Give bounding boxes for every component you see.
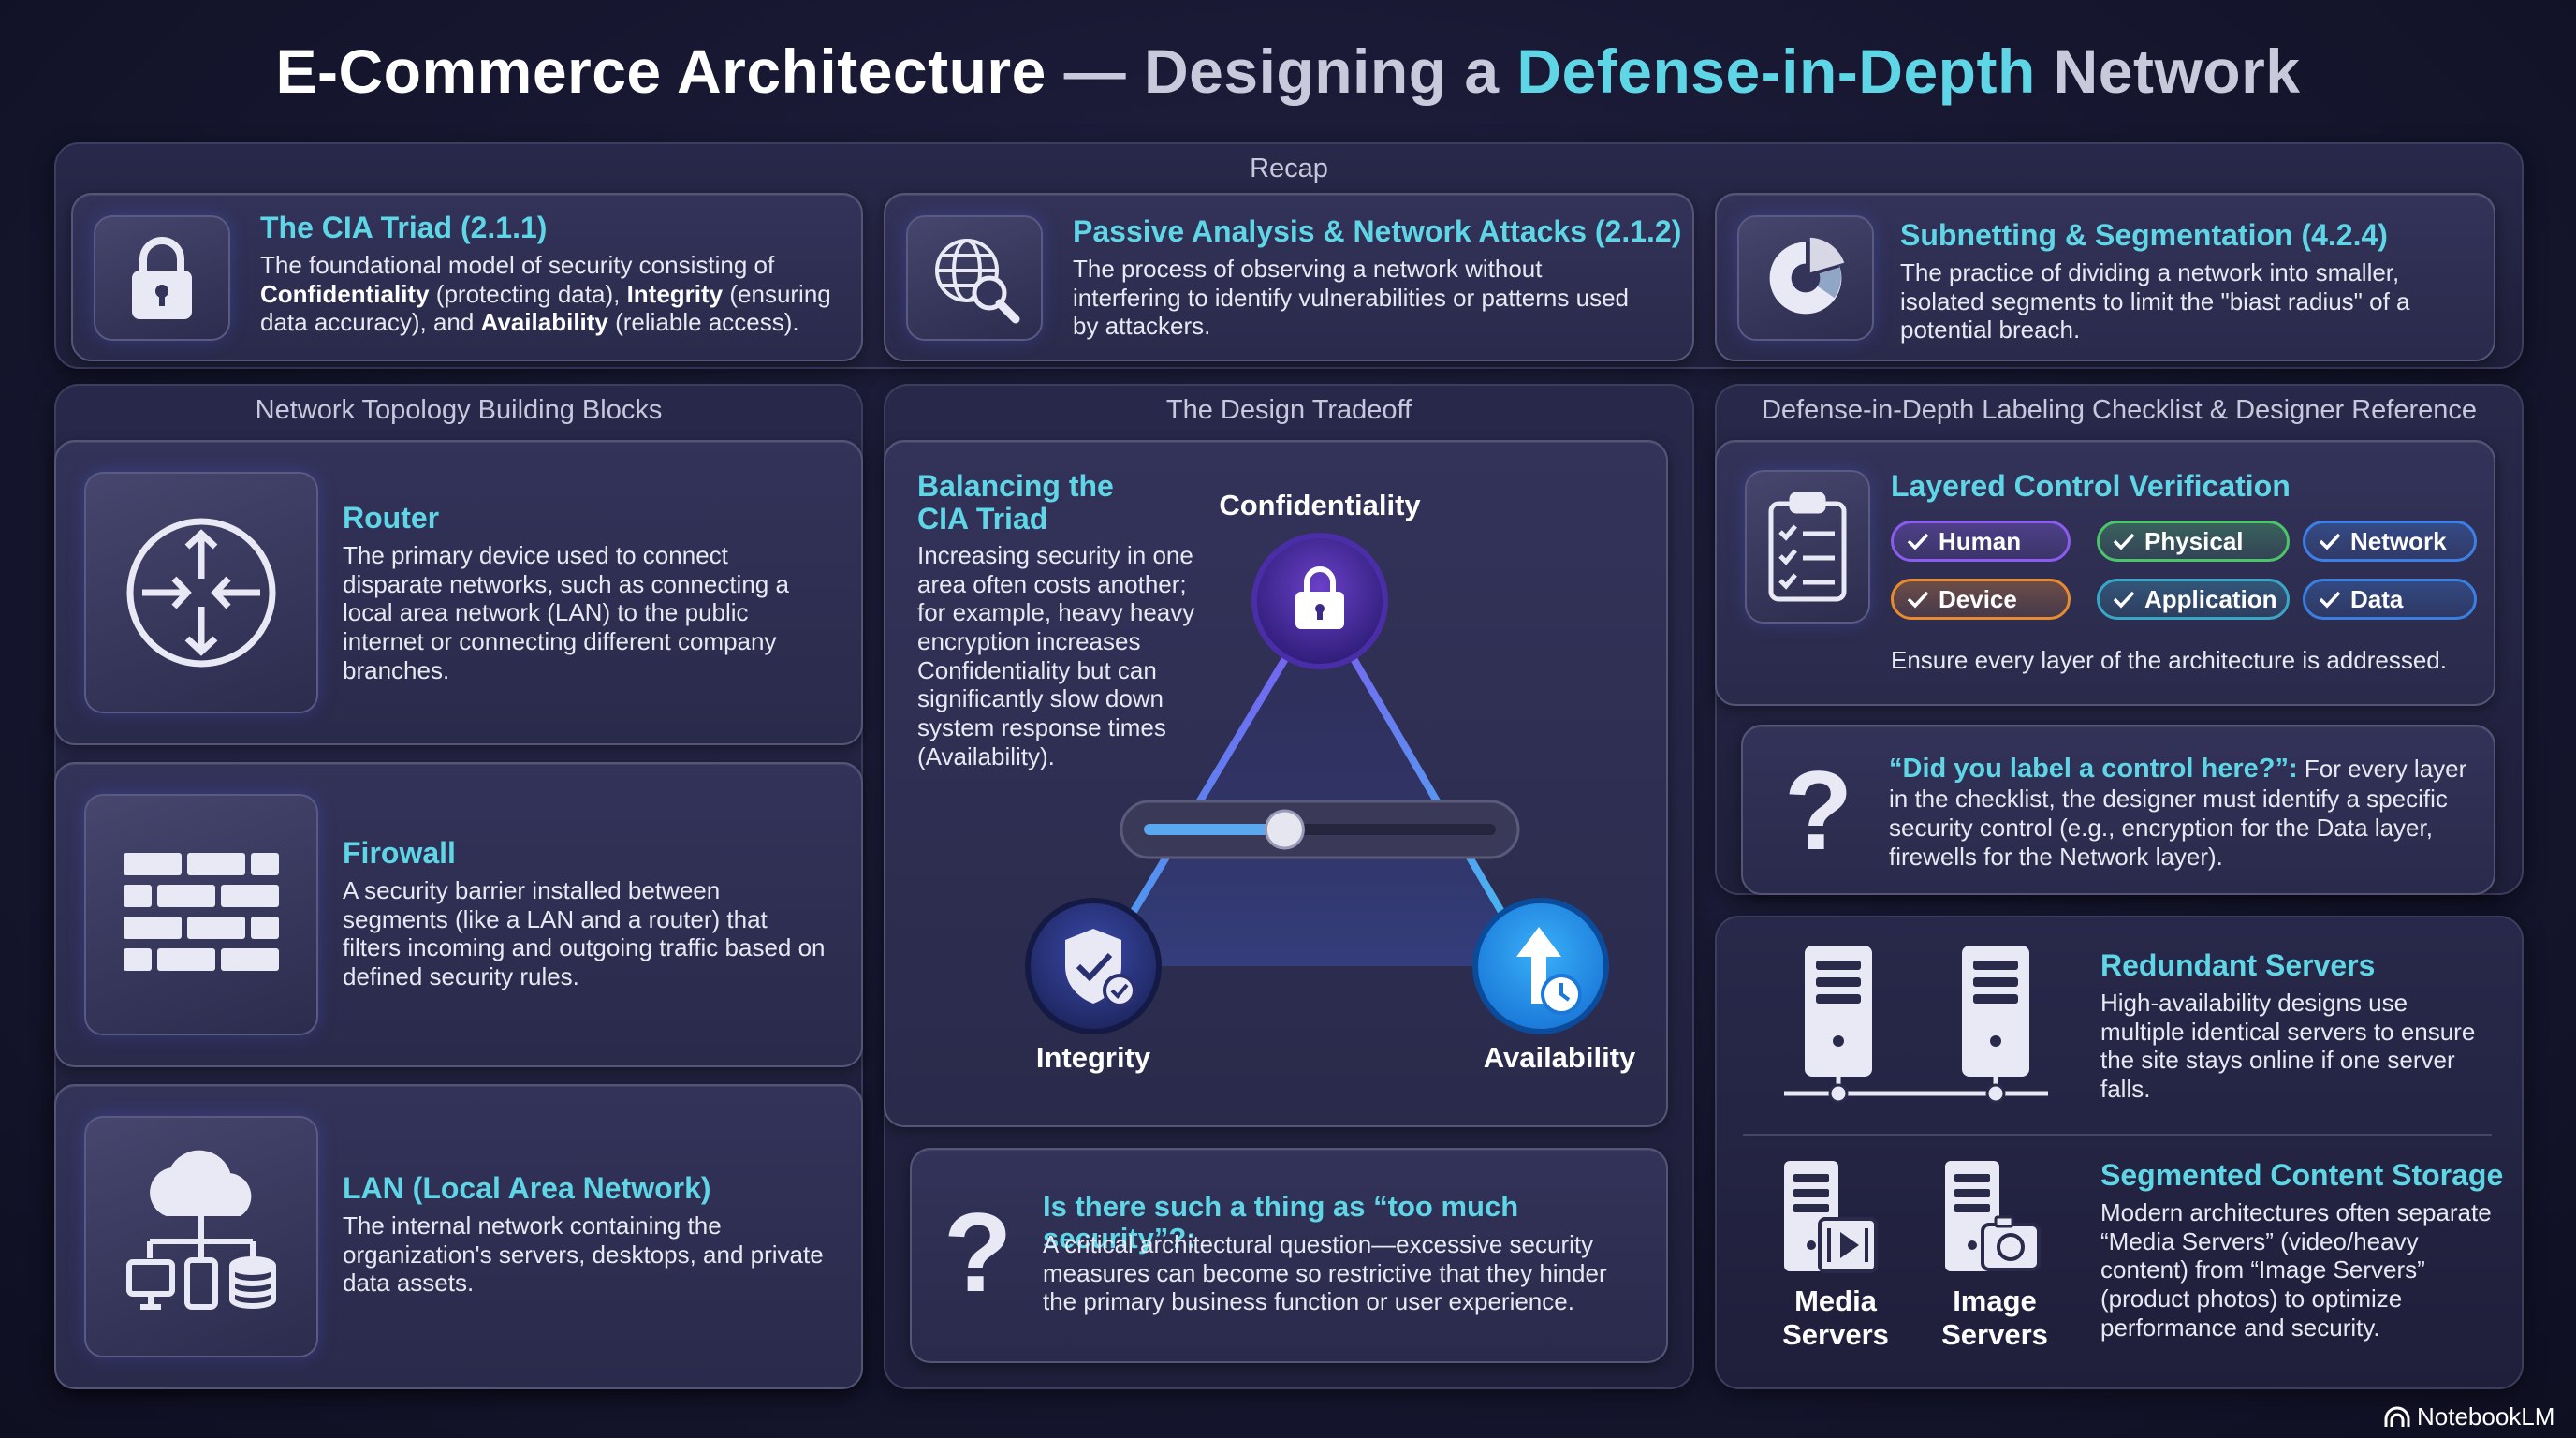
lan-body: The internal network containing the orga…	[343, 1211, 824, 1298]
layer-pill-label: Application	[2144, 584, 2277, 613]
image-servers-label-2: Servers	[1941, 1317, 2048, 1351]
media-server-icon	[1784, 1161, 1878, 1273]
clipboard-checklist-icon	[1745, 470, 1870, 624]
layer-pill-label: Physical	[2144, 526, 2244, 555]
image-servers-label-1: Image	[1953, 1284, 2037, 1317]
cloud-network-icon	[84, 1116, 318, 1357]
redundant-servers-title: Redundant Servers	[2100, 948, 2376, 982]
too-much-body: A critical architectural question—excess…	[1043, 1230, 1607, 1316]
page-title: E-Commerce Architecture — Designing a De…	[0, 36, 2576, 107]
label-availability: Availability	[1483, 1041, 1636, 1074]
firewall-title: Firowall	[343, 836, 456, 870]
subnetting-card: Subnetting & Segmentation (4.2.4) The pr…	[1715, 193, 2496, 361]
layer-pill-application: Application	[2097, 579, 2290, 620]
confidentiality-node	[1251, 533, 1388, 669]
redundant-servers-body: High-availability designs use multiple i…	[2100, 989, 2476, 1104]
server-link-line	[1784, 1077, 2048, 1096]
passive-title: Passive Analysis & Network Attacks (2.1.…	[1073, 214, 1682, 248]
recap-title: Recap	[1250, 154, 1328, 183]
image-server-icon	[1945, 1161, 2041, 1271]
lan-title: LAN (Local Area Network)	[343, 1171, 711, 1205]
question-mark-icon: ?	[1784, 748, 1853, 873]
layer-pill-physical: Physical	[2097, 521, 2290, 562]
media-servers-label-1: Media	[1794, 1284, 1877, 1317]
layer-pill-network: Network	[2303, 521, 2477, 562]
server-icon	[1805, 946, 1872, 1077]
brand-badge: NotebookLM	[2383, 1402, 2554, 1431]
cia-text-1: The foundational model of security consi…	[260, 251, 775, 279]
cia-triad-card: The CIA Triad (2.1.1) The foundational m…	[71, 193, 863, 361]
cia-body: The foundational model of security consi…	[260, 251, 841, 337]
checkmark-icon	[2113, 533, 2135, 550]
layer-pill-label: Human	[1939, 526, 2022, 555]
label-control-body-2: in the checklist, the designer must iden…	[1889, 785, 2448, 871]
layer-pill-device: Device	[1891, 579, 2071, 620]
padlock-icon	[94, 215, 230, 341]
layer-pill-label: Data	[2350, 584, 2404, 613]
cia-bold-confidentiality: Confidentiality	[260, 279, 430, 308]
router-title: Router	[343, 501, 440, 535]
label-control-text: “Did you label a control here?”: For eve…	[1889, 753, 2469, 871]
image-servers-label: Image Servers	[1915, 1284, 2074, 1351]
cia-text-2: (protecting data),	[429, 279, 627, 308]
firewall-card: Firowall A security barrier installed be…	[54, 762, 863, 1067]
title-part-2: — Designing a	[1063, 37, 1500, 106]
checkmark-icon	[2113, 591, 2135, 609]
layer-pill-human: Human	[1891, 521, 2071, 562]
balancing-card: Balancing the CIA Triad Increasing secur…	[884, 440, 1668, 1127]
layer-pill-label: Device	[1939, 584, 2017, 613]
label-control-title: “Did you label a control here?”:	[1889, 754, 2298, 784]
layer-pill-label: Network	[2350, 526, 2447, 555]
cia-bold-availability: Availability	[480, 308, 608, 337]
subnet-body: The practice of dividing a network into …	[1900, 258, 2410, 345]
media-servers-label-2: Servers	[1782, 1317, 1889, 1351]
layer-pill-data: Data	[2303, 579, 2477, 620]
router-body: The primary device used to connect dispa…	[343, 541, 789, 684]
tradeoff-title: The Design Tradeoff	[1165, 395, 1412, 425]
label-control-body-1: For every layer	[2297, 755, 2467, 783]
router-icon	[84, 472, 318, 713]
checklist-title: Defense-in-Depth Labeling Checklist & De…	[1761, 395, 2478, 425]
globe-magnifier-icon	[906, 215, 1043, 341]
passive-body: The process of observing a network witho…	[1073, 255, 1629, 341]
brand-name: NotebookLM	[2417, 1402, 2555, 1431]
cia-title: The CIA Triad (2.1.1)	[260, 211, 548, 244]
title-part-1: E-Commerce Architecture	[275, 37, 1046, 106]
lan-card: LAN (Local Area Network) The internal ne…	[54, 1084, 863, 1389]
title-part-4: Network	[2053, 37, 2301, 106]
brick-wall-icon	[84, 794, 318, 1035]
availability-node	[1472, 898, 1609, 1034]
firewall-body: A security barrier installed between seg…	[343, 876, 826, 991]
cia-triangle-diagram	[1025, 533, 1609, 1034]
router-card: Router The primary device used to connec…	[54, 440, 863, 745]
title-part-3: Defense-in-Depth	[1516, 37, 2036, 106]
label-control-card: ? “Did you label a control here?”: For e…	[1741, 725, 2496, 895]
pie-chart-icon	[1737, 215, 1874, 341]
layered-control-card: Layered Control Verification Human Physic…	[1715, 440, 2496, 706]
checkmark-icon	[2319, 533, 2341, 550]
question-mark-icon: ?	[944, 1190, 1013, 1315]
ensure-text: Ensure every layer of the architecture i…	[1891, 646, 2447, 674]
checkmark-icon	[1907, 591, 1929, 609]
cia-bold-integrity: Integrity	[626, 279, 724, 308]
cia-text-4: (reliable access).	[607, 308, 799, 337]
too-much-security-card: ? Is there such a thing as “too much sec…	[910, 1148, 1668, 1363]
label-integrity: Integrity	[1035, 1041, 1151, 1074]
layered-title: Layered Control Verification	[1891, 469, 2291, 503]
media-servers-label: Media Servers	[1756, 1284, 1915, 1351]
passive-analysis-card: Passive Analysis & Network Attacks (2.1.…	[884, 193, 1694, 361]
topology-title: Network Topology Building Blocks	[255, 395, 663, 425]
integrity-node	[1025, 898, 1162, 1034]
tradeoff-slider[interactable]	[1120, 800, 1520, 859]
server-icon	[1962, 946, 2029, 1077]
segmented-storage-title: Segmented Content Storage	[2100, 1158, 2504, 1192]
label-confidentiality: Confidentiality	[1219, 489, 1421, 521]
segmented-storage-body: Modern architectures often separate “Med…	[2100, 1198, 2492, 1342]
subnet-title: Subnetting & Segmentation (4.2.4)	[1900, 218, 2388, 252]
notebooklm-logo-icon	[2384, 1406, 2410, 1427]
checkmark-icon	[2319, 591, 2341, 609]
checkmark-icon	[1907, 533, 1929, 550]
